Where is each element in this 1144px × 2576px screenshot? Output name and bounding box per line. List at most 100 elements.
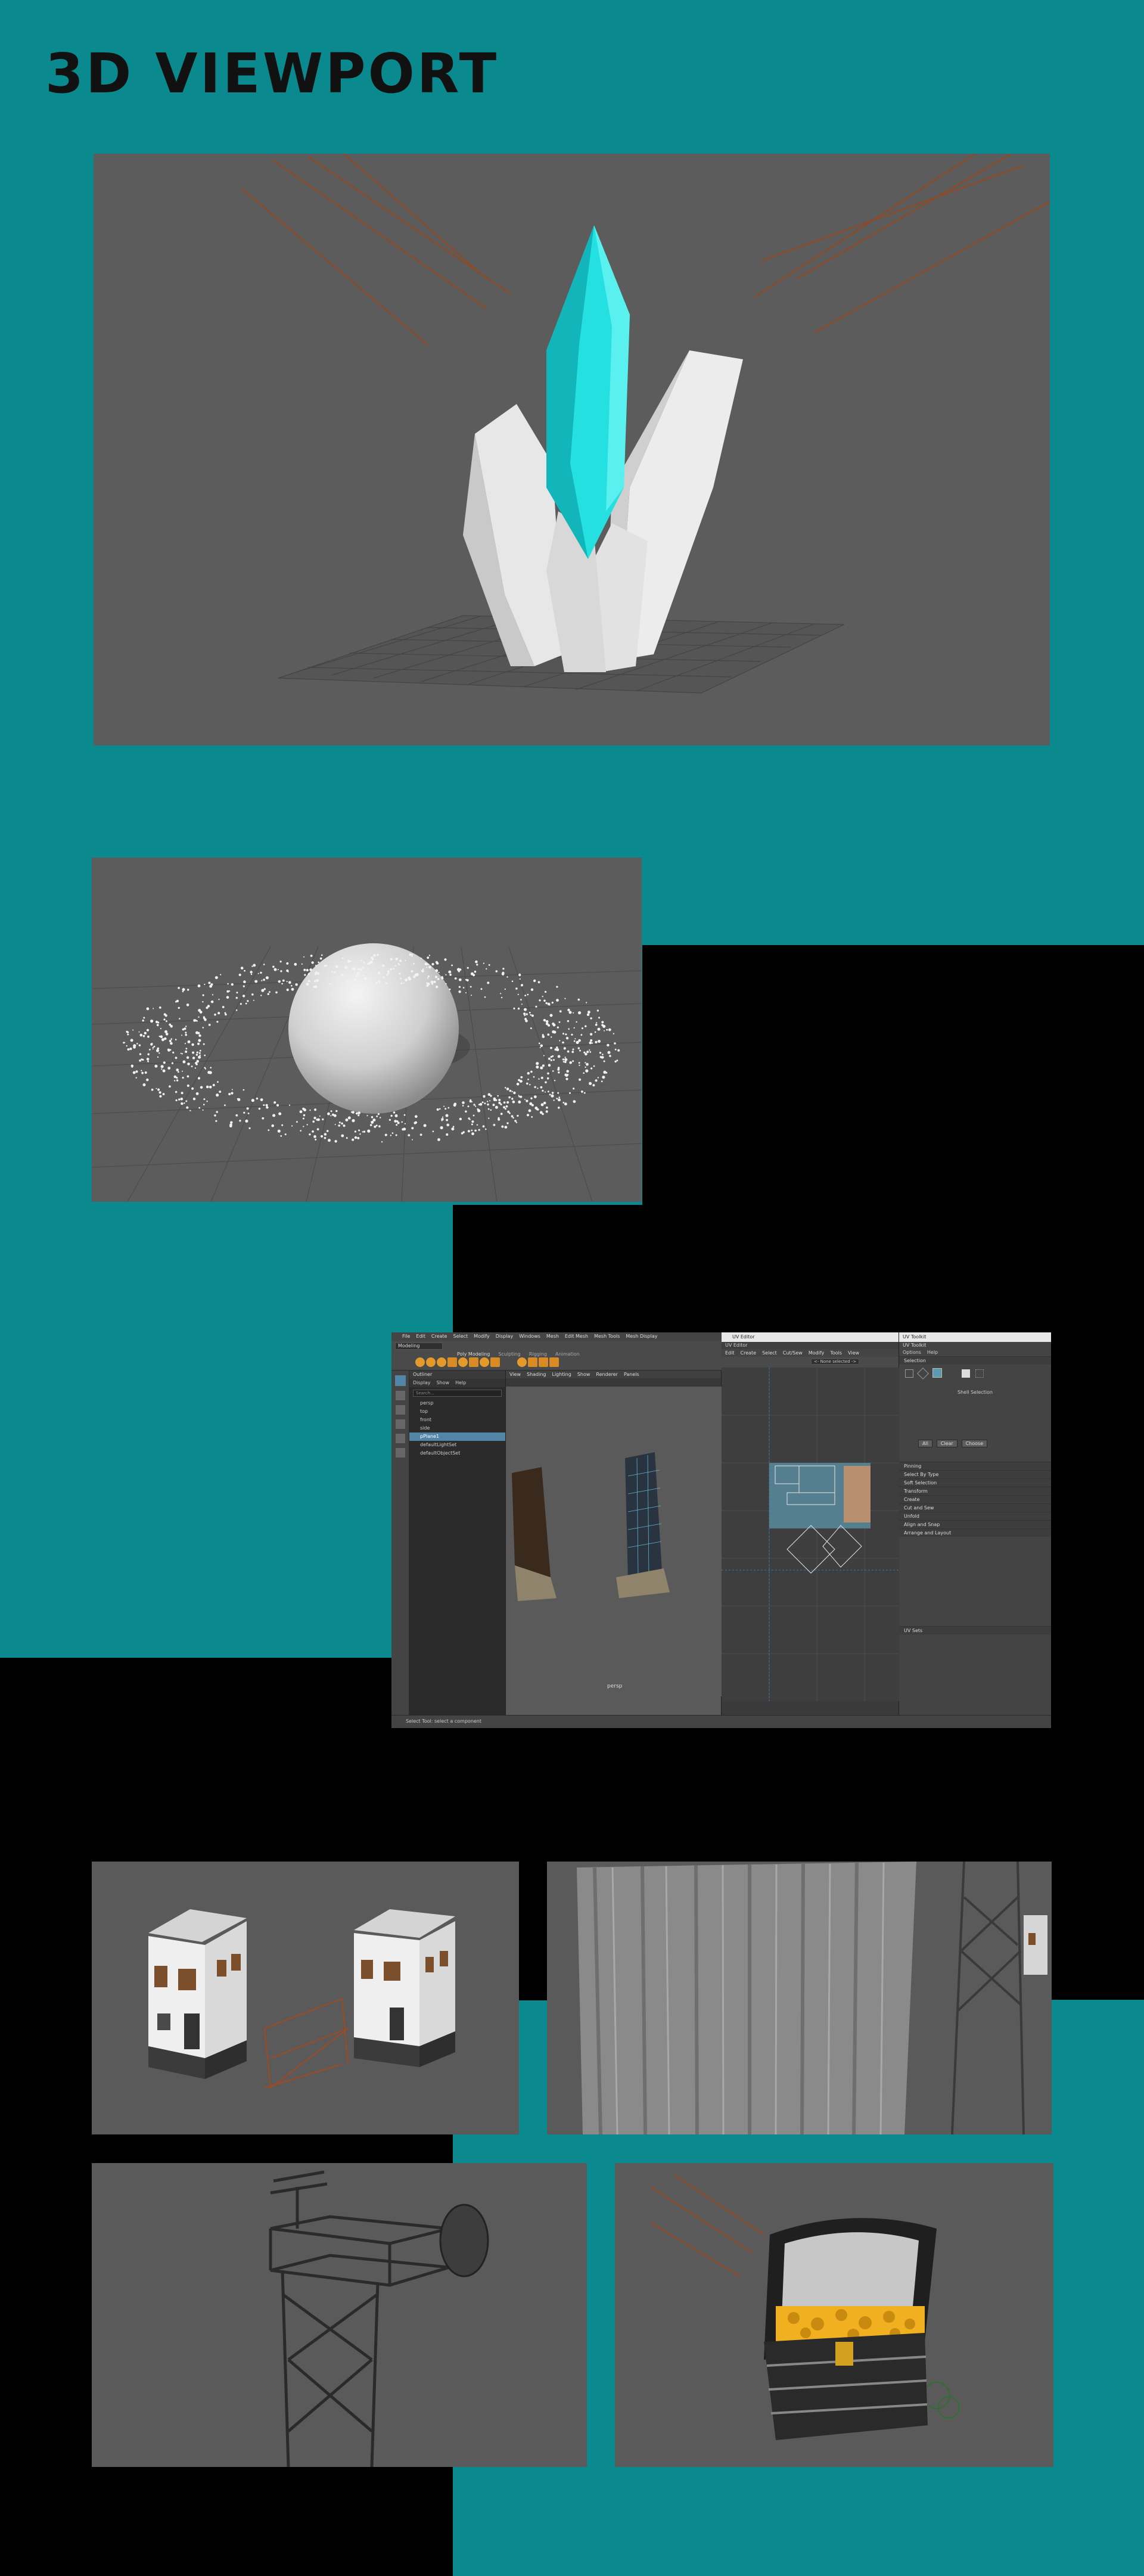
bridge-icon[interactable]: [538, 1357, 548, 1367]
disc-icon[interactable]: [480, 1357, 489, 1367]
uv-mode-icon[interactable]: [961, 1369, 970, 1378]
outliner-menu-show[interactable]: Show: [437, 1380, 450, 1386]
outliner-menu-display[interactable]: Display: [413, 1380, 431, 1386]
outliner-item[interactable]: persp: [409, 1399, 505, 1407]
crystal-viewport[interactable]: [94, 154, 1050, 745]
cone-icon[interactable]: [447, 1357, 457, 1367]
outliner-item-selected[interactable]: pPlane1: [409, 1433, 505, 1441]
scale-tool-icon[interactable]: [395, 1448, 405, 1458]
vertex-mode-icon[interactable]: [905, 1369, 913, 1378]
uvtk-menu-help[interactable]: Help: [927, 1350, 938, 1356]
menu-mesh-tools[interactable]: Mesh Tools: [594, 1334, 620, 1340]
uv-menu-select[interactable]: Select: [762, 1350, 777, 1356]
cube-icon[interactable]: [426, 1357, 436, 1367]
uv-icon-bar: <- None selected ->: [722, 1357, 899, 1368]
uvtk-section-soft-selection[interactable]: Soft Selection: [899, 1478, 1051, 1487]
outliner-menu-help[interactable]: Help: [455, 1380, 466, 1386]
menu-create[interactable]: Create: [431, 1334, 447, 1340]
menu-select[interactable]: Select: [453, 1334, 468, 1340]
uv-editor-window: UV Editor UV Editor Edit Create Select C…: [722, 1332, 899, 1715]
menu-mesh[interactable]: Mesh: [546, 1334, 559, 1340]
uv-menu-view[interactable]: View: [848, 1350, 859, 1356]
vp-icon-bar: [506, 1378, 721, 1387]
uvtk-section-align-and-snap[interactable]: Align and Snap: [899, 1520, 1051, 1528]
outliner-item[interactable]: side: [409, 1424, 505, 1433]
menu-edit[interactable]: Edit: [416, 1334, 425, 1340]
vp-menu-lighting[interactable]: Lighting: [552, 1372, 571, 1377]
uvtk-choose-button[interactable]: Choose: [961, 1440, 988, 1447]
vp-menu-show[interactable]: Show: [577, 1372, 590, 1377]
wooden-posts-model: persp: [506, 1387, 722, 1696]
outliner-item[interactable]: top: [409, 1407, 505, 1416]
uvtk-clear-button[interactable]: Clear: [936, 1440, 958, 1447]
menu-mesh-display[interactable]: Mesh Display: [626, 1334, 657, 1340]
sphere-icon[interactable]: [415, 1357, 425, 1367]
outliner-search-input[interactable]: Search...: [413, 1390, 502, 1397]
move-tool-icon[interactable]: [395, 1419, 405, 1429]
uvtk-section-cut-and-sew[interactable]: Cut and Sew: [899, 1503, 1051, 1512]
uvtk-section-create[interactable]: Create: [899, 1495, 1051, 1503]
face-mode-icon[interactable]: [932, 1368, 942, 1378]
camera-label: persp: [607, 1683, 623, 1689]
maya-perspective-viewport[interactable]: View Shading Lighting Show Renderer Pane…: [506, 1371, 722, 1715]
sphere-particles-viewport[interactable]: [92, 857, 642, 1202]
shelf-icons: [415, 1348, 560, 1369]
uv-toolkit-title: UV Toolkit: [899, 1332, 1051, 1342]
uvtk-section-uv-sets[interactable]: UV Sets: [899, 1626, 1051, 1635]
treasure-chest-viewport[interactable]: [615, 2163, 1053, 2467]
menu-display[interactable]: Display: [496, 1334, 514, 1340]
uvtk-section-unfold[interactable]: Unfold: [899, 1512, 1051, 1520]
uv-menu-create[interactable]: Create: [741, 1350, 757, 1356]
vp-menu-shading[interactable]: Shading: [527, 1372, 546, 1377]
select-tool-icon[interactable]: [394, 1375, 406, 1386]
uv-menu-modify[interactable]: Modify: [809, 1350, 825, 1356]
edge-mode-icon[interactable]: [916, 1368, 929, 1379]
lasso-tool-icon[interactable]: [395, 1391, 405, 1400]
uv-set-dropdown[interactable]: <- None selected ->: [811, 1359, 860, 1365]
uv-menu-cut-sew[interactable]: Cut/Sew: [783, 1350, 803, 1356]
maya-toolbox: [391, 1371, 409, 1715]
menu-modify[interactable]: Modify: [474, 1334, 490, 1340]
bevel-icon[interactable]: [549, 1357, 559, 1367]
radio-tower-viewport[interactable]: [92, 2163, 587, 2467]
outliner-item[interactable]: defaultObjectSet: [409, 1449, 505, 1458]
uvtk-section-transform[interactable]: Transform: [899, 1487, 1051, 1495]
vp-menu-panels[interactable]: Panels: [624, 1372, 639, 1377]
cylinder-icon[interactable]: [437, 1357, 446, 1367]
houses-viewport[interactable]: [92, 1862, 519, 2134]
uv-toolkit-subtitle: UV Toolkit: [903, 1343, 927, 1348]
uvtk-section-selection[interactable]: Selection: [899, 1356, 1051, 1365]
paint-tool-icon[interactable]: [395, 1405, 405, 1415]
wall-tower-viewport[interactable]: [547, 1862, 1052, 2134]
maya-uv-editing-screenshot: File Edit Create Select Modify Display W…: [391, 1332, 1051, 1728]
menu-file[interactable]: File: [402, 1334, 410, 1340]
maya-status-line: Select Tool: select a component: [391, 1715, 1051, 1728]
shell-selection-label: Shell Selection: [958, 1390, 993, 1395]
uv-toolkit-window: UV Toolkit UV Toolkit Options Help Selec…: [899, 1332, 1051, 1715]
rotate-tool-icon[interactable]: [395, 1434, 405, 1443]
menu-edit-mesh[interactable]: Edit Mesh: [565, 1334, 588, 1340]
plane-icon[interactable]: [469, 1357, 478, 1367]
uv-menu-edit[interactable]: Edit: [725, 1350, 735, 1356]
uvtk-all-button[interactable]: All: [918, 1440, 932, 1447]
shell-mode-icon[interactable]: [975, 1369, 984, 1378]
outliner-panel: Outliner Display Show Help Search... per…: [409, 1371, 506, 1715]
vp-menu-renderer[interactable]: Renderer: [596, 1372, 618, 1377]
outliner-item[interactable]: front: [409, 1416, 505, 1424]
uv-grid[interactable]: [722, 1368, 899, 1701]
menu-windows[interactable]: Windows: [519, 1334, 540, 1340]
page-title: 3D VIEWPORT: [45, 42, 499, 105]
uvtk-section-pinning[interactable]: Pinning: [899, 1462, 1051, 1470]
uvtk-section-arrange-and-layout[interactable]: Arrange and Layout: [899, 1528, 1051, 1537]
combine-icon[interactable]: [517, 1357, 527, 1367]
uvtk-menu-options[interactable]: Options: [903, 1350, 921, 1356]
extrude-icon[interactable]: [527, 1357, 537, 1367]
uv-editor-subtitle: UV Editor: [722, 1342, 899, 1349]
vp-menu-view[interactable]: View: [509, 1372, 521, 1377]
uvtk-section-select-by-type[interactable]: Select By Type: [899, 1470, 1051, 1478]
platonic-icon[interactable]: [490, 1357, 500, 1367]
torus-icon[interactable]: [458, 1357, 468, 1367]
outliner-item[interactable]: defaultLightSet: [409, 1441, 505, 1449]
uv-editor-title: UV Editor: [722, 1332, 899, 1342]
uv-menu-tools[interactable]: Tools: [830, 1350, 842, 1356]
